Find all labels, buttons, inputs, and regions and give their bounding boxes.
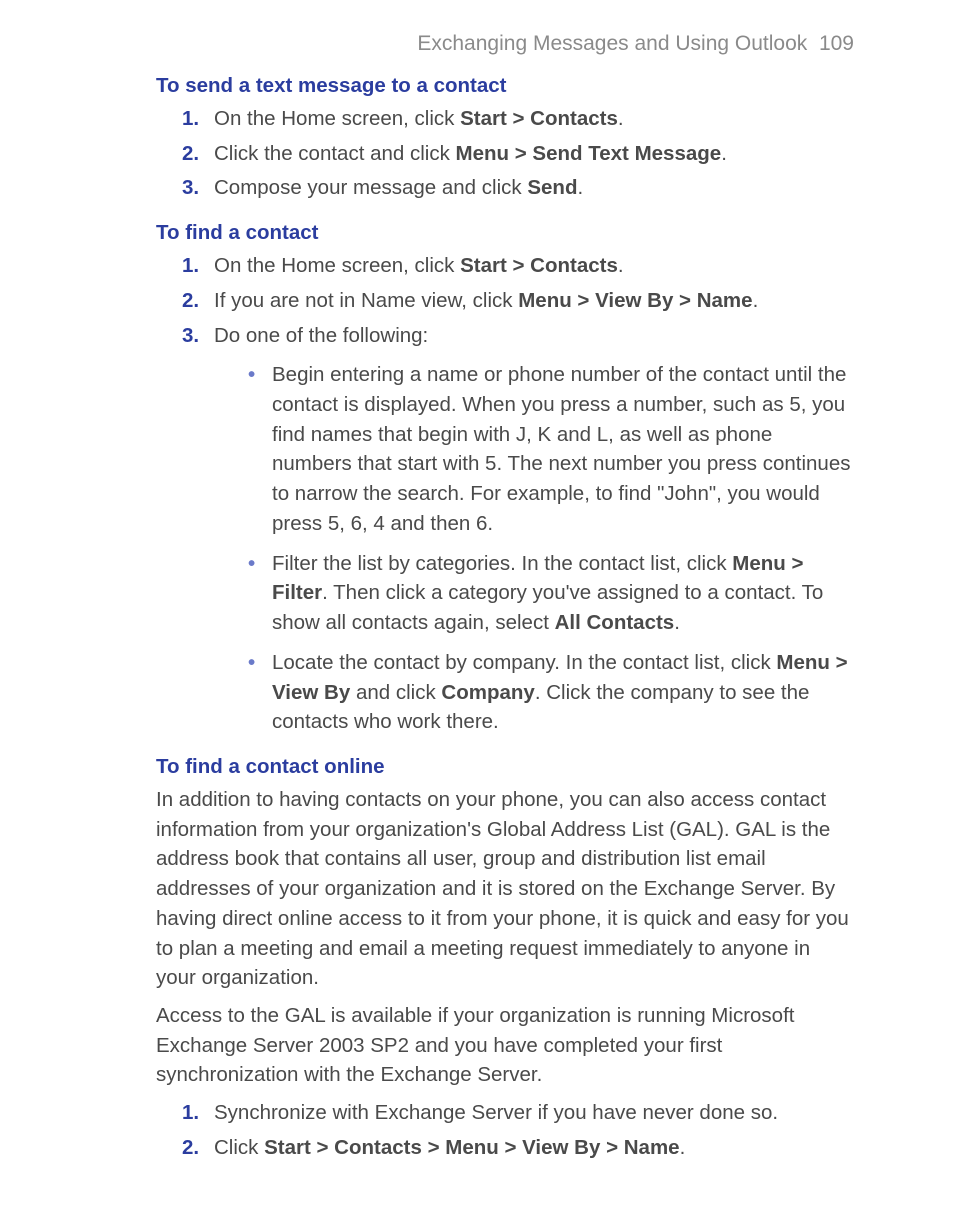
page-number: 109 <box>819 32 854 55</box>
paragraph: Access to the GAL is available if your o… <box>156 1001 854 1090</box>
list-number: 3. <box>182 321 199 351</box>
section-title-find-contact: To find a contact <box>156 221 854 245</box>
list-number: 1. <box>182 104 199 134</box>
section-title-find-online: To find a contact online <box>156 755 854 779</box>
bullet-list: • Begin entering a name or phone number o… <box>248 360 854 737</box>
text: On the Home screen, click <box>214 254 460 277</box>
text: Synchronize with Exchange Server if you … <box>214 1101 778 1124</box>
document-page: Exchanging Messages and Using Outlook 10… <box>0 0 954 1208</box>
bullet-item: • Begin entering a name or phone number o… <box>248 360 854 538</box>
list-number: 2. <box>182 286 199 316</box>
text: . Then click a category you've assigned … <box>272 581 823 634</box>
text: . <box>618 254 624 277</box>
list-item: 1. Synchronize with Exchange Server if yo… <box>182 1098 854 1128</box>
text: On the Home screen, click <box>214 107 460 130</box>
list-number: 3. <box>182 173 199 203</box>
bold-text: Start > Contacts > Menu > View By > Name <box>264 1136 679 1159</box>
bold-text: Menu > Send Text Message <box>456 142 722 165</box>
list-number: 2. <box>182 1133 199 1163</box>
page-header: Exchanging Messages and Using Outlook 10… <box>156 32 854 56</box>
bullet-icon: • <box>248 360 255 390</box>
text: If you are not in Name view, click <box>214 289 518 312</box>
list-item: 1. On the Home screen, click Start > Cont… <box>182 104 854 134</box>
list-item: 2. Click the contact and click Menu > Sen… <box>182 139 854 169</box>
text: Compose your message and click <box>214 176 527 199</box>
paragraph: In addition to having contacts on your p… <box>156 785 854 993</box>
text: and click <box>350 681 441 704</box>
text: . <box>680 1136 686 1159</box>
header-title: Exchanging Messages and Using Outlook <box>417 32 807 55</box>
list-number: 1. <box>182 1098 199 1128</box>
text: Do one of the following: <box>214 324 428 347</box>
text: . <box>721 142 727 165</box>
bullet-icon: • <box>248 549 255 579</box>
list-send-text: 1. On the Home screen, click Start > Cont… <box>182 104 854 203</box>
list-item: 2. Click Start > Contacts > Menu > View B… <box>182 1133 854 1163</box>
bold-text: Start > Contacts <box>460 254 618 277</box>
list-number: 2. <box>182 139 199 169</box>
list-find-contact: 1. On the Home screen, click Start > Cont… <box>182 251 854 737</box>
bold-text: All Contacts <box>555 611 675 634</box>
text: Click <box>214 1136 264 1159</box>
bullet-item: • Filter the list by categories. In the c… <box>248 549 854 638</box>
text: . <box>577 176 583 199</box>
text: Click the contact and click <box>214 142 456 165</box>
bold-text: Menu > View By > Name <box>518 289 752 312</box>
bold-text: Send <box>527 176 577 199</box>
text: Filter the list by categories. In the co… <box>272 552 732 575</box>
text: Begin entering a name or phone number of… <box>272 363 850 535</box>
text: . <box>674 611 680 634</box>
section-title-send-text: To send a text message to a contact <box>156 74 854 98</box>
list-item: 1. On the Home screen, click Start > Cont… <box>182 251 854 281</box>
bullet-item: • Locate the contact by company. In the c… <box>248 648 854 737</box>
list-find-online: 1. Synchronize with Exchange Server if yo… <box>182 1098 854 1162</box>
text: . <box>618 107 624 130</box>
text: Locate the contact by company. In the co… <box>272 651 776 674</box>
list-item: 2. If you are not in Name view, click Men… <box>182 286 854 316</box>
bold-text: Start > Contacts <box>460 107 618 130</box>
text: . <box>753 289 759 312</box>
bullet-icon: • <box>248 648 255 678</box>
list-number: 1. <box>182 251 199 281</box>
list-item: 3. Compose your message and click Send. <box>182 173 854 203</box>
bold-text: Company <box>441 681 534 704</box>
list-item: 3. Do one of the following: • Begin enteri… <box>182 321 854 737</box>
